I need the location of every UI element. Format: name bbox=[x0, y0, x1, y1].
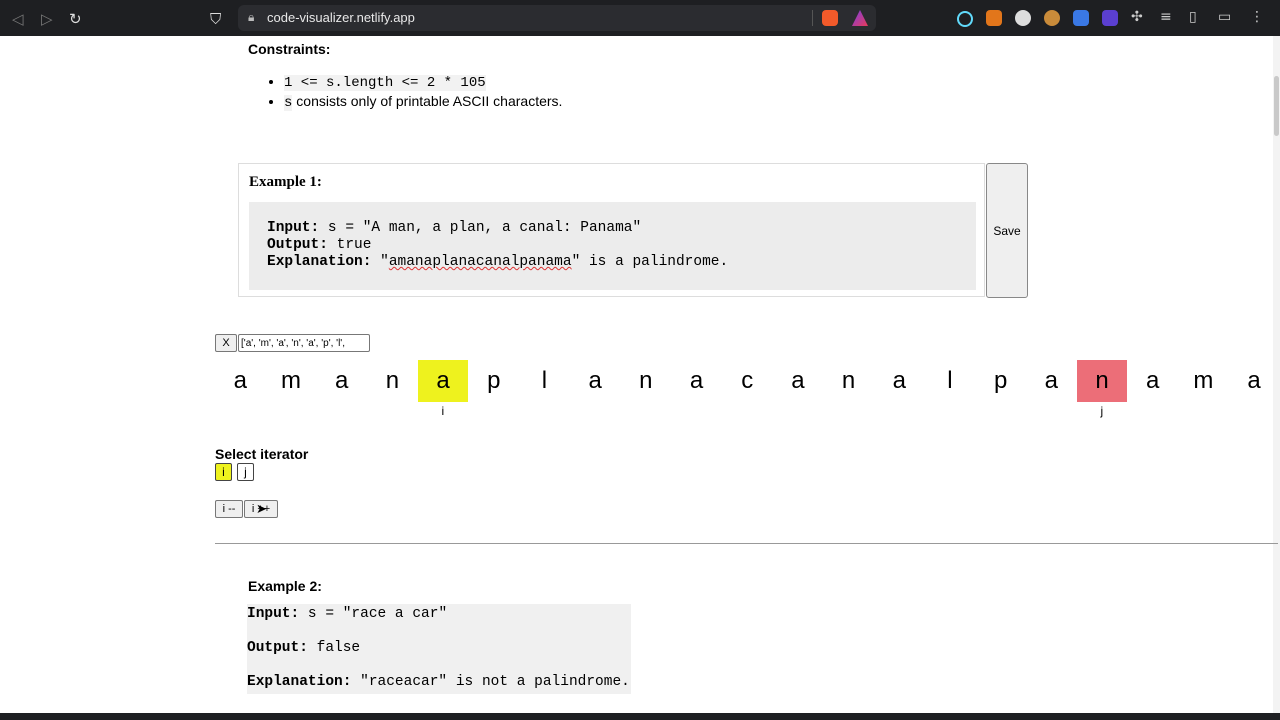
example-2-input-line: Input: s = "race a car" bbox=[247, 606, 447, 622]
char-cell: a bbox=[1146, 367, 1160, 394]
window-bottom-bar bbox=[0, 713, 1280, 720]
scrollbar-thumb[interactable] bbox=[1274, 76, 1279, 136]
explanation-value: "raceacar" is not a palindrome. bbox=[351, 674, 630, 690]
urlbar-separator bbox=[812, 10, 813, 26]
output-label: Output: bbox=[267, 237, 328, 253]
forward-icon[interactable]: ▷ bbox=[41, 10, 53, 28]
char-cell: n bbox=[841, 367, 856, 394]
save-button[interactable]: Save bbox=[986, 163, 1028, 298]
constraints-list: 1 <= s.length <= 2 * 105 s consists only… bbox=[266, 72, 562, 112]
char-cell: a bbox=[791, 367, 805, 394]
playlist-icon[interactable]: ≡ bbox=[1160, 9, 1172, 25]
brave-rewards-icon[interactable] bbox=[852, 10, 868, 26]
char-cell: a bbox=[588, 367, 602, 394]
char-cell: p bbox=[487, 367, 501, 394]
cookie-icon[interactable] bbox=[1044, 10, 1060, 26]
char-cell: a bbox=[1044, 367, 1059, 394]
char-cell: a bbox=[233, 367, 248, 394]
explanation-word: amanaplanacanalpanama bbox=[388, 254, 572, 270]
example-2-explanation-line: Explanation: "raceacar" is not a palindr… bbox=[247, 674, 630, 690]
brave-shield-icon[interactable] bbox=[822, 10, 838, 26]
char-cell: a bbox=[417, 360, 469, 402]
output-value: true bbox=[327, 237, 372, 253]
explanation-quote: " bbox=[371, 254, 389, 270]
explanation-rest: " is a palindrome. bbox=[571, 254, 729, 270]
mouse-cursor-icon: ➤ bbox=[256, 501, 267, 516]
char-cell: l bbox=[541, 367, 548, 394]
reload-icon[interactable]: ↻ bbox=[69, 10, 82, 28]
pointer-j-label: j bbox=[1100, 404, 1104, 418]
explanation-label: Explanation: bbox=[247, 674, 352, 690]
constraint-code: 1 <= s.length <= 2 * 105 bbox=[284, 75, 486, 91]
example-2-title: Example 2: bbox=[248, 578, 322, 594]
constraint-item: s consists only of printable ASCII chara… bbox=[284, 92, 562, 112]
char-cell: n bbox=[385, 367, 400, 394]
sidebar-icon[interactable]: ▯ bbox=[1189, 9, 1197, 25]
translate-icon[interactable] bbox=[1073, 10, 1089, 26]
character-array: amanaplanacanalpanama bbox=[215, 360, 1279, 402]
output-value: false bbox=[307, 640, 361, 656]
constraint-item: 1 <= s.length <= 2 * 105 bbox=[284, 72, 562, 92]
char-cell: n bbox=[639, 367, 653, 394]
char-cell: c bbox=[741, 367, 754, 394]
browser-toolbar: ◁ ▷ ↻ ⛉ 🔒︎ code-visualizer.netlify.app ✣… bbox=[0, 0, 1280, 36]
iterator-i-button[interactable]: i bbox=[215, 463, 232, 481]
constraints-heading: Constraints: bbox=[248, 41, 331, 57]
lock-icon: 🔒︎ bbox=[248, 10, 255, 24]
array-input[interactable] bbox=[238, 334, 370, 352]
char-cell: l bbox=[947, 367, 953, 394]
example-1-code[interactable]: Input: s = "A man, a plan, a canal: Pana… bbox=[249, 202, 976, 290]
char-cell: m bbox=[1193, 367, 1214, 394]
address-bar[interactable]: 🔒︎ code-visualizer.netlify.app bbox=[238, 5, 876, 31]
constraint-text: consists only of printable ASCII charact… bbox=[292, 93, 563, 109]
section-divider bbox=[215, 543, 1278, 544]
example-2-output-line: Output: false bbox=[247, 640, 360, 656]
grammarly-icon[interactable] bbox=[1015, 10, 1031, 26]
char-cell: a bbox=[1247, 367, 1261, 394]
bookmark-icon[interactable]: ⛉ bbox=[210, 10, 221, 28]
input-value: s = "A man, a plan, a canal: Panama" bbox=[319, 220, 642, 236]
iterator-j-button[interactable]: j bbox=[237, 463, 254, 481]
terminal-extension-icon[interactable] bbox=[1102, 10, 1118, 26]
input-value: s = "race a car" bbox=[299, 606, 448, 622]
char-cell: m bbox=[281, 367, 302, 394]
wallet-icon[interactable]: ▭ bbox=[1218, 9, 1231, 25]
react-devtools-icon[interactable] bbox=[957, 11, 973, 27]
input-label: Input: bbox=[247, 606, 300, 622]
extensions-icon[interactable]: ✣ bbox=[1131, 9, 1143, 25]
char-cell: a bbox=[892, 367, 906, 394]
char-cell: a bbox=[689, 367, 704, 394]
back-icon[interactable]: ◁ bbox=[12, 10, 24, 28]
decrement-button[interactable]: i -- bbox=[215, 500, 243, 518]
select-iterator-label: Select iterator bbox=[215, 446, 309, 462]
url-text[interactable]: code-visualizer.netlify.app bbox=[267, 10, 415, 25]
explanation-label: Explanation: bbox=[267, 254, 372, 270]
menu-icon[interactable]: ⋮ bbox=[1250, 9, 1264, 25]
input-label: Input: bbox=[267, 220, 320, 236]
char-cell: a bbox=[335, 367, 349, 394]
char-cell: n bbox=[1076, 360, 1128, 402]
pointer-i-label: i bbox=[441, 404, 445, 418]
output-label: Output: bbox=[247, 640, 308, 656]
metamask-icon[interactable] bbox=[986, 10, 1002, 26]
example-2-code: Input: s = "race a car" Output: false Ex… bbox=[247, 604, 631, 694]
example-1-title: Example 1: bbox=[249, 174, 322, 190]
close-button[interactable]: X bbox=[215, 334, 237, 352]
char-cell: p bbox=[993, 367, 1008, 394]
example-1-editor[interactable]: Example 1: Input: s = "A man, a plan, a … bbox=[238, 163, 985, 297]
